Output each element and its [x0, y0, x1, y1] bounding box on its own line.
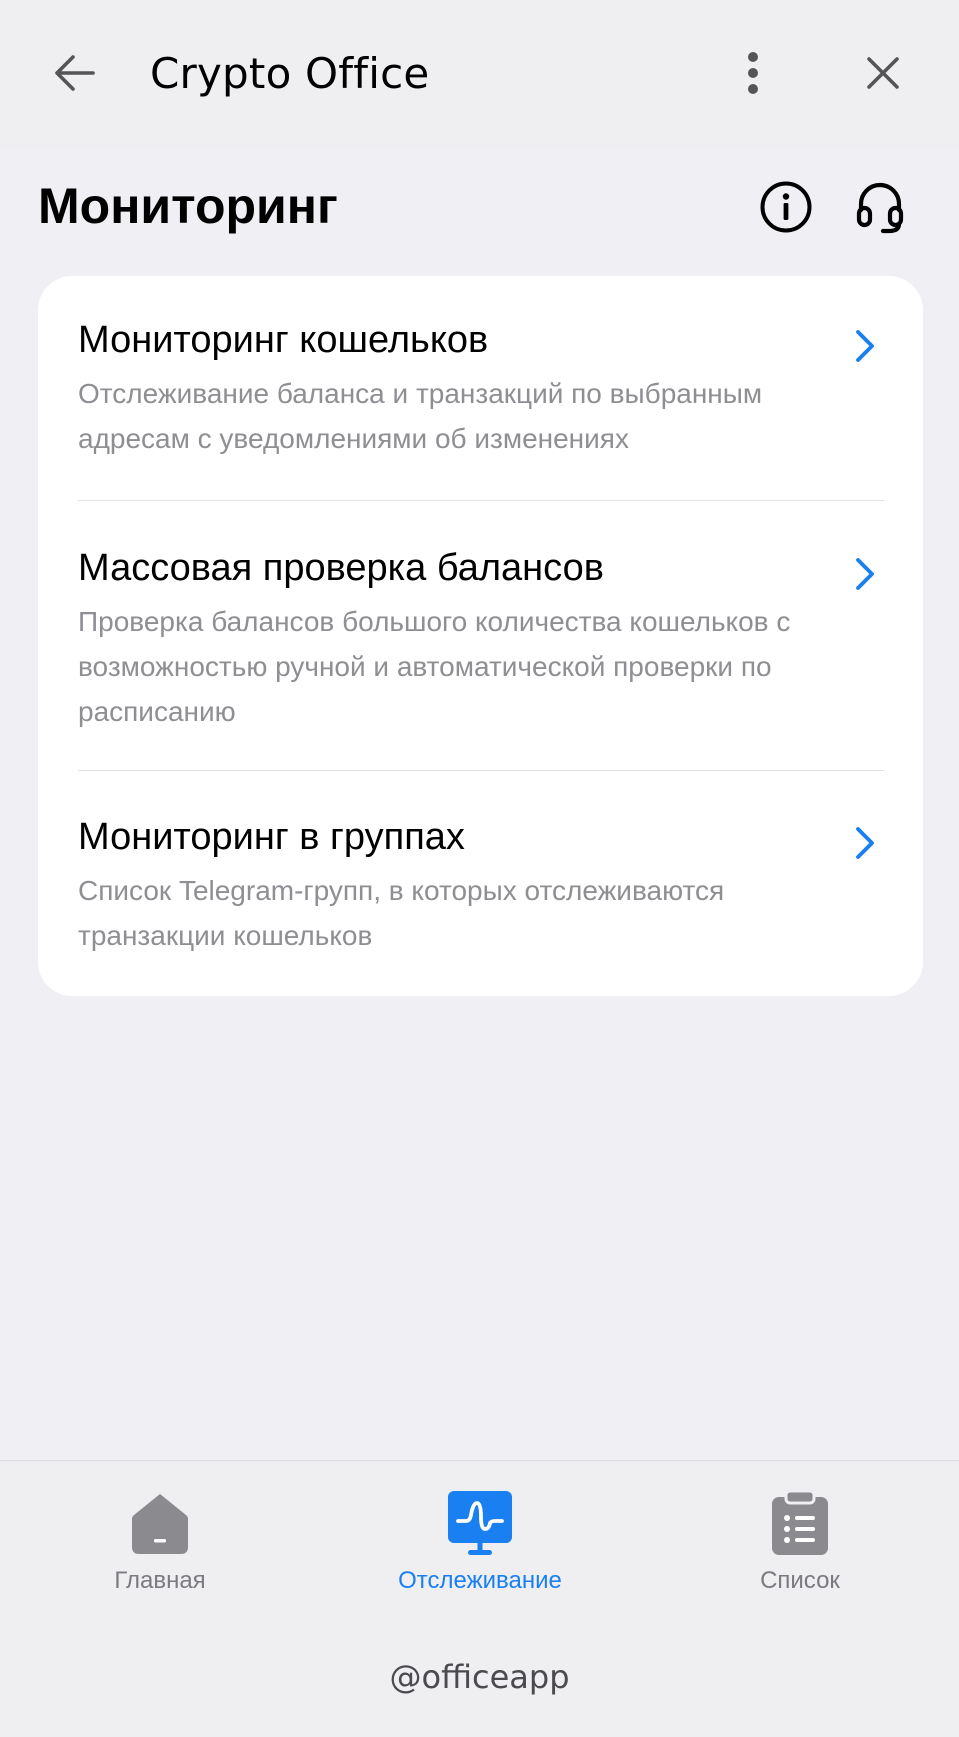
top-bar: Crypto Office	[0, 0, 959, 148]
chevron-right-icon	[856, 330, 874, 362]
vertical-dots-icon	[748, 52, 758, 94]
menu-item-description: Отслеживание баланса и транзакций по выб…	[78, 378, 763, 454]
back-button[interactable]	[44, 42, 106, 104]
tab-label: Отслеживание	[398, 1567, 562, 1594]
menu-item-bulk-balance-check[interactable]: Массовая проверка балансов Проверка бала…	[38, 501, 923, 771]
tab-tracking[interactable]: Отслеживание	[360, 1491, 600, 1601]
clipboard-list-icon	[772, 1491, 828, 1555]
arrow-left-icon	[55, 55, 95, 91]
monitoring-menu-card: Мониторинг кошельков Отслеживание баланс…	[38, 276, 923, 996]
bottom-navigation: Главная Отслеживание Список @officeapp	[0, 1460, 959, 1737]
tab-list[interactable]: Список	[680, 1491, 920, 1601]
close-button[interactable]	[852, 42, 914, 104]
menu-item-description: Список Telegram-групп, в которых отслежи…	[78, 875, 725, 951]
headset-icon	[856, 182, 904, 234]
home-icon	[132, 1494, 188, 1554]
menu-item-title: Мониторинг в группах	[78, 816, 465, 858]
menu-item-group-monitoring[interactable]: Мониторинг в группах Список Telegram-гру…	[38, 771, 923, 996]
info-icon	[760, 181, 812, 233]
chevron-right-icon	[856, 558, 874, 590]
monitor-icon	[448, 1491, 512, 1555]
support-button[interactable]	[844, 176, 916, 238]
app-handle: @officeapp	[389, 1658, 570, 1696]
close-icon	[867, 57, 899, 89]
menu-item-wallet-monitoring[interactable]: Мониторинг кошельков Отслеживание баланс…	[38, 276, 923, 501]
tab-home[interactable]: Главная	[40, 1491, 280, 1601]
chevron-right-icon	[856, 827, 874, 859]
more-button[interactable]	[722, 42, 784, 104]
menu-item-title: Мониторинг кошельков	[78, 319, 489, 361]
tab-label: Главная	[114, 1567, 206, 1594]
info-button[interactable]	[750, 176, 822, 238]
app-title: Crypto Office	[150, 49, 430, 98]
menu-item-title: Массовая проверка балансов	[78, 547, 604, 589]
page-title: Мониторинг	[38, 178, 338, 234]
tab-label: Список	[760, 1567, 840, 1594]
menu-item-description: Проверка балансов большого количества ко…	[78, 606, 791, 727]
